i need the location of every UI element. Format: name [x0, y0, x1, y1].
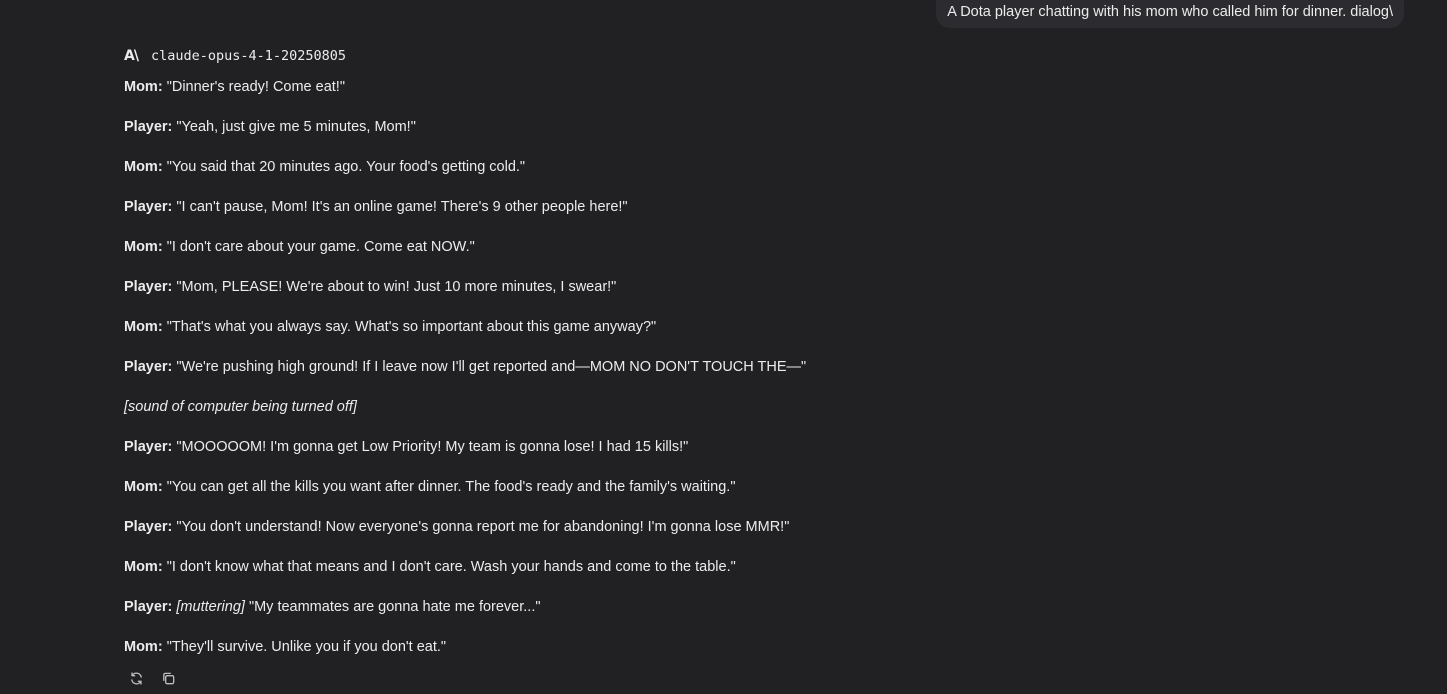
speaker-label: Player: [124, 199, 173, 215]
response-actions [127, 669, 177, 687]
dialogue-text: "Dinner's ready! Come eat!" [166, 79, 345, 95]
dialogue-text: "You can get all the kills you want afte… [166, 479, 736, 495]
speaker-label: Player: [124, 279, 173, 295]
dialogue-text: "MOOOOOM! I'm gonna get Low Priority! My… [176, 439, 689, 455]
dialogue-line: Player: [muttering] "My teammates are go… [124, 598, 1324, 638]
speaker-label: Mom: [124, 239, 163, 255]
dialogue-line: Player: "Mom, PLEASE! We're about to win… [124, 278, 1324, 318]
retry-button[interactable] [127, 669, 145, 687]
user-message-text: A Dota player chatting with his mom who … [947, 4, 1393, 20]
speaker-label: Player: [124, 599, 173, 615]
model-name: claude-opus-4-1-20250805 [150, 48, 347, 64]
stage-direction: [muttering] [176, 599, 245, 615]
dialogue-line: Mom: "They'll survive. Unlike you if you… [124, 638, 1324, 678]
dialogue-line: Player: "We're pushing high ground! If I… [124, 358, 1324, 398]
dialogue-text: "We're pushing high ground! If I leave n… [176, 359, 807, 375]
chat-page: A Dota player chatting with his mom who … [0, 0, 1447, 694]
dialogue-text: "They'll survive. Unlike you if you don'… [166, 639, 447, 655]
speaker-label: Mom: [124, 159, 163, 175]
speaker-label: Player: [124, 359, 173, 375]
speaker-label: Mom: [124, 79, 163, 95]
dialogue-text: "I don't care about your game. Come eat … [166, 239, 475, 255]
anthropic-logo-icon: A\ [124, 48, 139, 64]
dialogue-line: [sound of computer being turned off] [124, 398, 1324, 438]
dialogue-line: Mom: "You said that 20 minutes ago. Your… [124, 158, 1324, 198]
dialogue-line: Mom: "You can get all the kills you want… [124, 478, 1324, 518]
stage-direction: [sound of computer being turned off] [124, 399, 357, 415]
speaker-label: Mom: [124, 319, 163, 335]
speaker-label: Player: [124, 439, 173, 455]
dialogue-line: Mom: "Dinner's ready! Come eat!" [124, 78, 1324, 118]
retry-icon [130, 671, 142, 685]
dialogue-text: "Mom, PLEASE! We're about to win! Just 1… [176, 279, 617, 295]
dialogue-line: Mom: "I don't know what that means and I… [124, 558, 1324, 598]
dialogue-text: "I can't pause, Mom! It's an online game… [176, 199, 628, 215]
speaker-label: Mom: [124, 479, 163, 495]
dialogue-line: Player: "Yeah, just give me 5 minutes, M… [124, 118, 1324, 158]
copy-button[interactable] [159, 669, 177, 687]
dialogue-text: "You don't understand! Now everyone's go… [176, 519, 790, 535]
dialogue-line: Player: "MOOOOOM! I'm gonna get Low Prio… [124, 438, 1324, 478]
dialogue-line: Player: "I can't pause, Mom! It's an onl… [124, 198, 1324, 238]
dialogue-text: "My teammates are gonna hate me forever.… [248, 599, 541, 615]
user-message-bubble: A Dota player chatting with his mom who … [936, 0, 1404, 28]
dialogue-text: "Yeah, just give me 5 minutes, Mom!" [176, 119, 416, 135]
dialogue-line: Mom: "That's what you always say. What's… [124, 318, 1324, 358]
speaker-label: Mom: [124, 639, 163, 655]
speaker-label: Player: [124, 119, 173, 135]
assistant-response: Mom: "Dinner's ready! Come eat!" Player: … [124, 78, 1324, 678]
speaker-label: Player: [124, 519, 173, 535]
dialogue-line: Mom: "I don't care about your game. Come… [124, 238, 1324, 278]
copy-icon [162, 672, 174, 684]
dialogue-line: Player: "You don't understand! Now every… [124, 518, 1324, 558]
speaker-label: Mom: [124, 559, 163, 575]
dialogue-text: "You said that 20 minutes ago. Your food… [166, 159, 526, 175]
dialogue-text: "I don't know what that means and I don'… [166, 559, 736, 575]
model-header: A\ claude-opus-4-1-20250805 [124, 47, 346, 65]
dialogue-text: "That's what you always say. What's so i… [166, 319, 657, 335]
